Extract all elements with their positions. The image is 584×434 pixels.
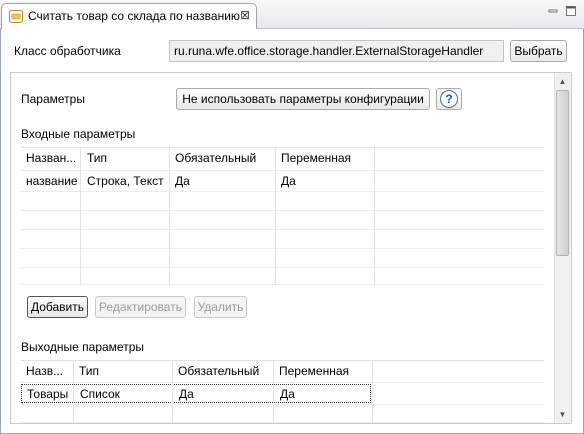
row-divider <box>21 191 544 192</box>
row-divider <box>21 229 544 230</box>
no-config-params-button[interactable]: Не использовать параметры конфигурации <box>176 88 430 110</box>
row-divider <box>21 210 544 211</box>
row-divider <box>21 267 544 268</box>
column-header-name[interactable]: Назван... <box>21 148 79 168</box>
column-divider <box>372 361 373 423</box>
cell-type: Список <box>80 387 120 401</box>
column-header-type[interactable]: Тип <box>82 148 170 168</box>
column-divider <box>169 148 170 285</box>
edit-button[interactable]: Редактировать <box>95 296 186 318</box>
column-header-variable[interactable]: Переменная <box>276 148 374 168</box>
cell-type: Строка, Текст <box>87 174 164 188</box>
cell-name: Товары <box>27 387 69 401</box>
output-params-table[interactable]: Назв... Тип Обязательный Переменная Това… <box>21 360 544 423</box>
input-params-title: Входные параметры <box>21 127 136 141</box>
row-divider <box>21 248 544 249</box>
handler-class-label: Класс обработчика <box>14 44 121 58</box>
scroll-down-icon[interactable]: ▼ <box>556 408 569 421</box>
column-divider <box>172 361 173 423</box>
input-params-table[interactable]: Назван... Тип Обязательный Переменная на… <box>21 147 544 285</box>
output-params-title: Выходные параметры <box>21 340 145 354</box>
editor-tab[interactable]: Считать товар со склада по названию ⊠ <box>1 3 257 29</box>
column-header-name[interactable]: Назв... <box>21 361 73 381</box>
scroll-up-icon[interactable]: ▲ <box>556 75 569 88</box>
header-divider <box>21 382 544 383</box>
row-divider <box>21 422 544 423</box>
cell-variable: Да <box>281 174 296 188</box>
minimize-icon[interactable] <box>546 5 560 17</box>
tab-title: Считать товар со склада по названию <box>28 9 240 23</box>
column-divider <box>80 148 81 285</box>
cell-required: Да <box>175 174 190 188</box>
add-button[interactable]: Добавить <box>27 296 88 318</box>
row-divider <box>21 284 544 285</box>
column-header-type[interactable]: Тип <box>74 361 172 381</box>
column-header-required[interactable]: Обязательный <box>173 361 273 381</box>
handler-class-field[interactable]: ru.runa.wfe.office.storage.handler.Exter… <box>169 40 504 62</box>
help-icon: ? <box>440 90 458 108</box>
scrollbar-thumb[interactable] <box>556 90 569 256</box>
maximize-icon[interactable] <box>564 5 578 17</box>
row-divider <box>21 404 544 405</box>
cell-name: название <box>26 174 78 188</box>
close-tab-icon[interactable]: ⊠ <box>240 8 250 22</box>
column-divider <box>273 361 274 423</box>
delete-button[interactable]: Удалить <box>194 296 247 318</box>
task-node-icon <box>9 10 23 23</box>
help-button[interactable]: ? <box>436 88 462 110</box>
column-divider <box>374 148 375 285</box>
column-header-required[interactable]: Обязательный <box>170 148 276 168</box>
cell-variable: Да <box>280 387 295 401</box>
column-divider <box>73 361 74 423</box>
column-divider <box>275 148 276 285</box>
column-header-variable[interactable]: Переменная <box>274 361 372 381</box>
parameters-label: Параметры <box>21 92 85 106</box>
choose-button[interactable]: Выбрать <box>510 40 567 62</box>
cell-required: Да <box>179 387 194 401</box>
